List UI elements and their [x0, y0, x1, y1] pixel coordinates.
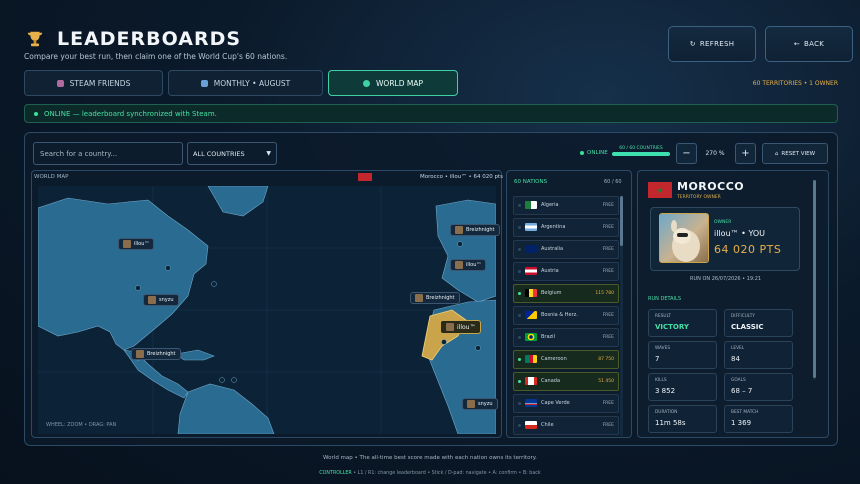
selected-flag-icon — [358, 173, 372, 181]
nation-item-bosnia[interactable]: Bosnia & Herz. FREE — [513, 306, 619, 325]
map-marker-player[interactable]: Breizhnight — [410, 292, 460, 304]
map-marker-player[interactable]: Breizhnight — [450, 224, 500, 236]
llama-avatar-icon — [671, 220, 700, 262]
controller-hints: CONTROLLER • L1 / R1: change leaderboard… — [319, 471, 541, 476]
calendar-icon — [200, 79, 208, 87]
page-subtitle: Compare your best run, then claim one of… — [24, 52, 288, 61]
australia-flag-icon — [525, 245, 537, 254]
zoom-level: 270 % — [705, 150, 725, 157]
refresh-icon: ↻ — [689, 40, 696, 48]
player-avatar-icon — [123, 240, 131, 248]
belgium-flag-icon — [525, 289, 537, 298]
map-marker-selected-player[interactable]: illou™ — [440, 320, 482, 334]
status-banner: ONLINE — leaderboard synchronized with S… — [24, 104, 838, 123]
zoom-in-button[interactable]: + — [735, 143, 756, 164]
nation-item-argentina[interactable]: Argentina FREE — [513, 218, 619, 237]
territory-owner-tag: TERRITORY OWNER — [677, 195, 721, 200]
nation-item-brazil[interactable]: Brazil FREE — [513, 328, 619, 347]
globe-icon — [363, 79, 370, 87]
player-avatar-icon — [446, 323, 454, 331]
owner-name: illou™ • YOU — [714, 229, 766, 238]
map-marker-player[interactable]: illou™ — [118, 238, 155, 250]
chile-flag-icon — [525, 421, 537, 430]
zoom-out-button[interactable]: − — [676, 143, 697, 164]
nation-item-canada[interactable]: Canada 51 450 — [513, 372, 619, 391]
nation-item-australia[interactable]: Australia FREE — [513, 240, 619, 259]
cameroon-flag-icon — [525, 355, 537, 364]
back-button[interactable]: ← BACK — [765, 26, 853, 62]
territories-info: 60 TERRITORIES • 1 OWNER — [752, 80, 838, 87]
nation-item-belgium[interactable]: Belgium 115 780 — [513, 284, 619, 303]
owner-avatar — [659, 213, 709, 263]
map-controls-hint: WHEEL: ZOOM • DRAG: PAN — [46, 422, 117, 428]
trophy-icon — [27, 31, 43, 47]
canada-flag-icon — [525, 377, 537, 386]
stat-best-match: BEST MATCH 1 369 — [724, 405, 793, 433]
map-label: WORLD MAP — [34, 174, 69, 180]
tab-world-map[interactable]: WORLD MAP — [328, 70, 458, 96]
nations-header: 60 NATIONS — [514, 179, 548, 185]
nation-item-chile[interactable]: Chile FREE — [513, 416, 619, 435]
details-scrollbar[interactable] — [813, 180, 816, 380]
progress-fill — [612, 152, 670, 156]
argentina-flag-icon — [525, 223, 537, 232]
country-filter-select[interactable]: ALL COUNTRIES ▼ — [187, 142, 277, 165]
countries-progress: 60 / 60 COUNTRIES — [612, 146, 670, 158]
stat-waves: WAVES 7 — [648, 341, 717, 369]
refresh-button[interactable]: ↻ REFRESH — [668, 26, 756, 62]
arrow-left-icon: ← — [793, 40, 800, 48]
stat-result: RESULT VICTORY — [648, 309, 717, 337]
stat-level: LEVEL 84 — [724, 341, 793, 369]
austria-flag-icon — [525, 267, 537, 276]
reset-view-button[interactable]: ⌂ RESET VIEW — [762, 143, 828, 164]
map-marker-player[interactable]: snyzu — [462, 398, 498, 410]
nations-count: 60 / 60 — [604, 179, 622, 185]
map-selection: Morocco • illou™ • 64 020 pts — [420, 174, 503, 180]
player-avatar-icon — [467, 400, 475, 408]
chevron-down-icon: ▼ — [266, 150, 271, 157]
nation-item-austria[interactable]: Austria FREE — [513, 262, 619, 281]
player-avatar-icon — [415, 294, 423, 302]
owner-points: 64 020 PTS — [714, 243, 782, 256]
friends-icon — [56, 79, 64, 87]
map-canvas[interactable] — [38, 186, 496, 434]
stat-goals: GOALS 68 – 7 — [724, 373, 793, 401]
owner-label: OWNER — [714, 220, 732, 225]
nation-item-cameroon[interactable]: Cameroon 87 750 — [513, 350, 619, 369]
player-avatar-icon — [455, 226, 463, 234]
nation-item-algeria[interactable]: Algeria FREE — [513, 196, 619, 215]
stat-kills: KILLS 3 852 — [648, 373, 717, 401]
bosnia-flag-icon — [525, 311, 537, 320]
cape-verde-flag-icon — [525, 399, 537, 408]
algeria-flag-icon — [525, 201, 537, 210]
tab-steam-friends[interactable]: STEAM FRIENDS — [24, 70, 163, 96]
status-dot-icon — [34, 111, 38, 116]
map-marker-player[interactable]: illou™ — [450, 259, 487, 271]
map-marker-player[interactable]: snyzu — [143, 294, 179, 306]
stat-duration: DURATION 11m 58s — [648, 405, 717, 433]
morocco-flag-icon: ★ — [648, 182, 672, 198]
territory-name: MOROCCO — [677, 180, 745, 193]
map-marker-player[interactable]: Breizhnight — [131, 348, 181, 360]
nations-scrollbar[interactable] — [620, 196, 623, 436]
run-date: RUN ON 26/07/2026 • 19:21 — [690, 276, 762, 282]
tab-monthly[interactable]: MONTHLY • AUGUST — [168, 70, 323, 96]
player-avatar-icon — [148, 296, 156, 304]
player-avatar-icon — [136, 350, 144, 358]
page-title: LEADERBOARDS — [57, 28, 242, 50]
nations-list: Algeria FREE Argentina FREE Australia FREE … — [513, 196, 619, 438]
online-dot-icon — [580, 151, 584, 155]
player-avatar-icon — [455, 261, 463, 269]
online-indicator: ONLINE — [580, 150, 608, 156]
brazil-flag-icon — [525, 333, 537, 342]
search-input[interactable] — [33, 142, 183, 165]
footer-note: World map • The all-time best score made… — [323, 455, 537, 461]
nation-item-cape-verde[interactable]: Cape Verde FREE — [513, 394, 619, 413]
stat-difficulty: DIFFICULTY CLASSIC — [724, 309, 793, 337]
run-details-label: RUN DETAILS — [648, 296, 681, 302]
home-icon: ⌂ — [774, 150, 779, 157]
